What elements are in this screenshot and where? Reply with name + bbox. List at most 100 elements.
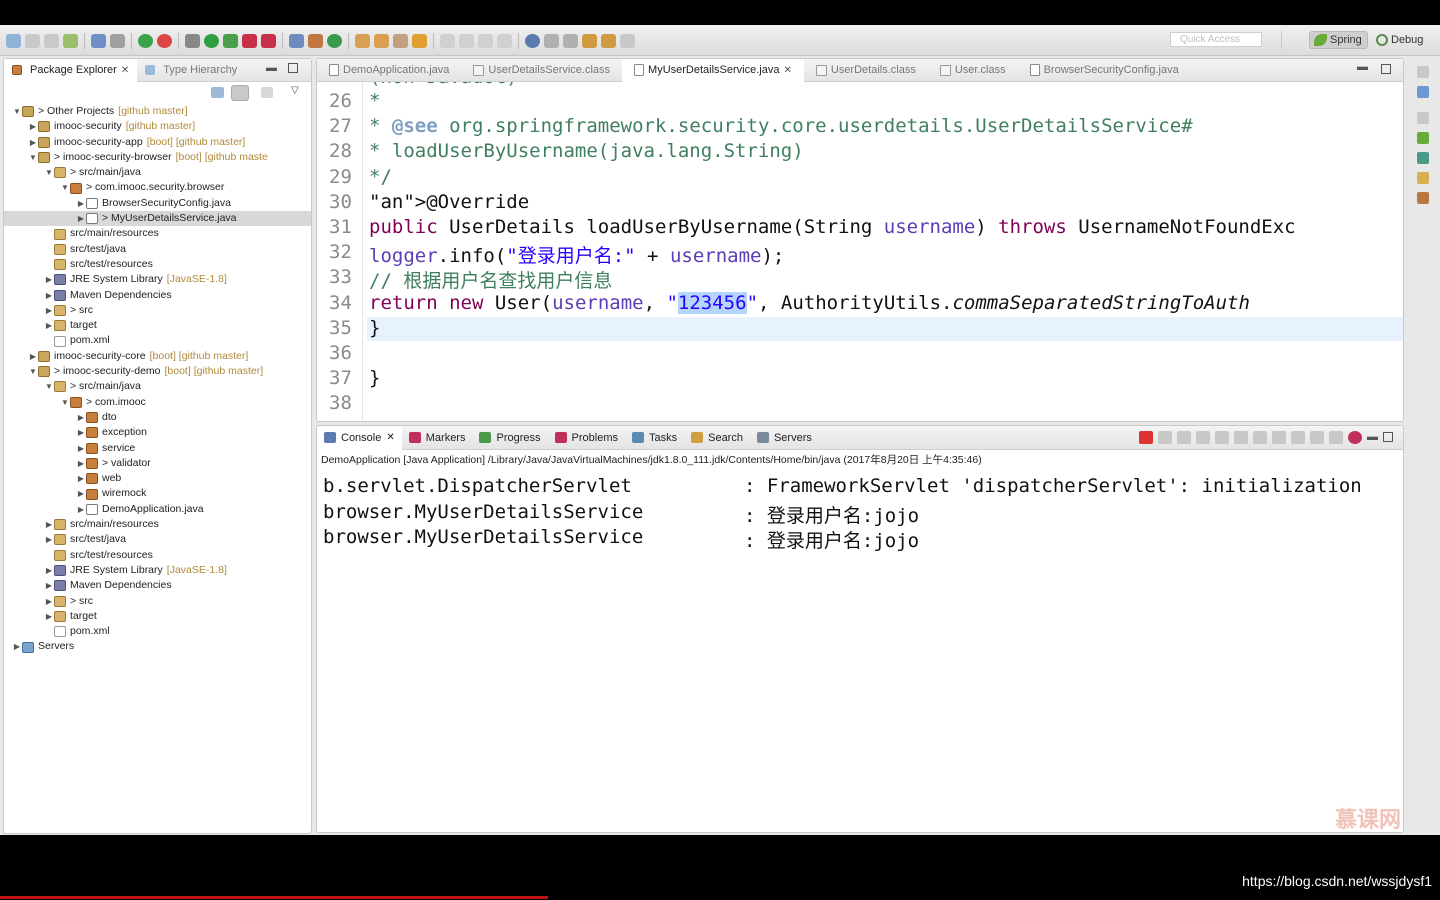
tab-problems[interactable]: Problems [548, 426, 625, 450]
tab-type-hierarchy[interactable]: Type Hierarchy [137, 59, 245, 82]
toggle-mark-icon[interactable] [440, 34, 455, 48]
collapsed-arrow-icon[interactable]: ▶ [76, 471, 86, 486]
video-progress-bar[interactable] [0, 896, 548, 899]
expanded-arrow-icon[interactable]: ▼ [12, 104, 22, 119]
search-icon[interactable] [393, 34, 408, 48]
remove-launch-icon[interactable] [1158, 431, 1172, 444]
editor-tab[interactable]: UserDetails.class [804, 59, 928, 82]
tree-item[interactable]: src/test/resources [4, 257, 311, 272]
expanded-arrow-icon[interactable]: ▼ [28, 364, 38, 379]
quick-access-input[interactable]: Quick Access [1170, 32, 1262, 47]
debug-icon[interactable] [185, 34, 200, 48]
minimize-icon[interactable]: ▬ [1367, 431, 1378, 444]
editor-tab[interactable]: MyUserDetailsService.java ✕ [622, 59, 804, 82]
open-folder-icon[interactable] [412, 34, 427, 48]
previous-annotation-icon[interactable] [563, 34, 578, 48]
collapsed-arrow-icon[interactable]: ▶ [28, 349, 38, 364]
tree-item[interactable]: src/test/resources [4, 548, 311, 563]
tree-item[interactable]: pom.xml [4, 624, 311, 639]
tab-markers[interactable]: Markers [402, 426, 473, 450]
spring-explorer-icon[interactable] [1417, 132, 1429, 144]
tree-item[interactable]: ▼ > imooc-security-browser [boot] [github … [4, 150, 311, 165]
collapsed-arrow-icon[interactable]: ▶ [76, 196, 86, 211]
close-icon[interactable]: ✕ [386, 432, 394, 443]
focus-active-task-icon[interactable] [261, 87, 273, 98]
show-on-output-icon[interactable] [1253, 431, 1267, 444]
scroll-lock-icon[interactable] [1215, 431, 1229, 444]
tree-item[interactable]: ▶ src/test/java [4, 532, 311, 547]
maximize-icon[interactable] [288, 63, 298, 73]
expanded-arrow-icon[interactable]: ▼ [28, 150, 38, 165]
tab-search[interactable]: Search [684, 426, 750, 450]
run-icon[interactable] [204, 34, 219, 48]
boot-dashboard-icon[interactable] [138, 34, 153, 48]
show-on-error-icon[interactable] [1272, 431, 1286, 444]
collapsed-arrow-icon[interactable]: ▶ [44, 288, 54, 303]
tab-package-explorer[interactable]: Package Explorer ✕ [4, 58, 138, 82]
tree-item[interactable]: ▶ > src [4, 303, 311, 318]
tree-item[interactable]: ▶ Maven Dependencies [4, 288, 311, 303]
globe-icon[interactable] [525, 34, 540, 48]
collapsed-arrow-icon[interactable]: ▶ [44, 303, 54, 318]
pin-console-icon[interactable] [1291, 431, 1305, 444]
code-area[interactable]: (non-Javadoc) 26 * 27 * @see org.springfr… [317, 82, 1403, 421]
relaunch-icon[interactable] [157, 34, 172, 48]
task-list-icon[interactable] [1417, 172, 1429, 184]
display-console-icon[interactable] [1310, 431, 1324, 444]
tree-item[interactable]: pom.xml [4, 333, 311, 348]
open-task-icon[interactable] [374, 34, 389, 48]
tree-item[interactable]: ▼ > imooc-security-demo [boot] [github mas… [4, 364, 311, 379]
tree-item[interactable]: src/test/java [4, 242, 311, 257]
tree-item[interactable]: src/main/resources [4, 226, 311, 241]
new-package-icon[interactable] [308, 34, 323, 48]
link-with-editor-icon[interactable] [231, 85, 249, 101]
open-console-icon[interactable] [1329, 431, 1343, 444]
tree-item[interactable]: ▶ BrowserSecurityConfig.java [4, 196, 311, 211]
tab-console[interactable]: Console ✕ [317, 426, 402, 450]
boot-dashboard-icon[interactable] [1417, 152, 1429, 164]
word-wrap-icon[interactable] [1234, 431, 1248, 444]
coverage-icon[interactable] [261, 34, 276, 48]
annotation-icon[interactable] [459, 34, 474, 48]
outline-icon[interactable] [1417, 86, 1429, 98]
perspective-spring[interactable]: Spring [1309, 31, 1368, 49]
editor-tab[interactable]: User.class [928, 59, 1018, 82]
editor-tab[interactable]: BrowserSecurityConfig.java [1018, 59, 1191, 82]
collapsed-arrow-icon[interactable]: ▶ [76, 502, 86, 517]
minimize-icon[interactable]: ▬ [1357, 61, 1368, 73]
run-config-icon[interactable] [223, 34, 238, 48]
tree-item[interactable]: ▶ imooc-security [github master] [4, 119, 311, 134]
restore-icon[interactable] [1417, 66, 1429, 78]
tree-item[interactable]: ▶ JRE System Library [JavaSE-1.8] [4, 272, 311, 287]
collapsed-arrow-icon[interactable]: ▶ [44, 318, 54, 333]
collapsed-arrow-icon[interactable]: ▶ [44, 563, 54, 578]
tree-item[interactable]: ▼ > com.imooc [4, 395, 311, 410]
tree-item[interactable]: ▶ > src [4, 594, 311, 609]
restore-icon[interactable] [1417, 112, 1429, 124]
expanded-arrow-icon[interactable]: ▼ [44, 379, 54, 394]
tree-item[interactable]: ▼ > src/main/java [4, 165, 311, 180]
back-icon[interactable] [582, 34, 597, 48]
clear-console-icon[interactable] [1196, 431, 1210, 444]
tab-tasks[interactable]: Tasks [625, 426, 684, 450]
tab-progress[interactable]: Progress [472, 426, 547, 450]
collapse-all-icon[interactable] [211, 87, 224, 98]
perspective-debug[interactable]: Debug [1372, 31, 1428, 49]
tree-item[interactable]: ▼ > com.imooc.security.browser [4, 180, 311, 195]
collapsed-arrow-icon[interactable]: ▶ [76, 486, 86, 501]
collapsed-arrow-icon[interactable]: ▶ [76, 456, 86, 471]
tab-servers[interactable]: Servers [750, 426, 819, 450]
collapsed-arrow-icon[interactable]: ▶ [28, 119, 38, 134]
external-tools-icon[interactable] [242, 34, 257, 48]
collapsed-arrow-icon[interactable]: ▶ [76, 410, 86, 425]
collapsed-arrow-icon[interactable]: ▶ [44, 272, 54, 287]
maximize-icon[interactable] [1383, 432, 1393, 442]
tree-item[interactable]: ▶ imooc-security-app [boot] [github master… [4, 135, 311, 150]
collapsed-arrow-icon[interactable]: ▶ [12, 639, 22, 654]
next-annotation-icon[interactable] [544, 34, 559, 48]
tree-item[interactable]: ▶ > validator [4, 456, 311, 471]
junit-icon[interactable] [1417, 192, 1429, 204]
tree-item[interactable]: ▶ web [4, 471, 311, 486]
new-class-icon[interactable] [327, 34, 342, 48]
tree-item[interactable]: ▶ Servers [4, 639, 311, 654]
